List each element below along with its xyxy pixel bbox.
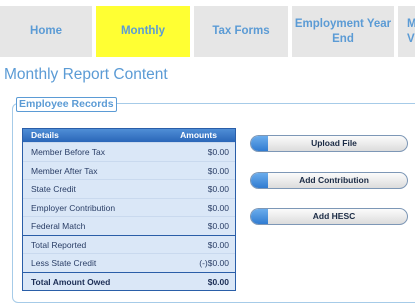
row-value: $0.00: [207, 165, 229, 176]
add-hesc-button[interactable]: Add HESC: [250, 208, 408, 225]
button-cap: [251, 173, 268, 188]
tab-home[interactable]: Home: [0, 6, 92, 57]
row-label: Member Before Tax: [31, 147, 106, 157]
add-contribution-label: Add Contribution: [299, 175, 369, 185]
row-label: State Credit: [31, 184, 76, 194]
add-contribution-button[interactable]: Add Contribution: [250, 172, 408, 189]
row-label: Federal Match: [31, 221, 86, 231]
tab-partial[interactable]: M V: [398, 6, 415, 57]
button-cap: [251, 209, 268, 224]
top-navigation: Home Monthly Tax Forms Employment Year E…: [0, 0, 415, 60]
table-row: Member Before Tax $0.00: [23, 142, 235, 161]
row-label: Employer Contribution: [31, 202, 116, 213]
table-header: Details Amounts: [23, 129, 235, 142]
table-row: Total Reported $0.00: [23, 234, 235, 253]
row-label: Less State Credit: [31, 258, 97, 268]
table-row: Federal Match $0.00: [23, 216, 235, 235]
employee-records-legend: Employee Records: [16, 97, 117, 112]
row-value: (-)$0.00: [199, 258, 229, 268]
tab-partial-label: M V: [407, 18, 415, 45]
row-value: $0.00: [207, 239, 229, 250]
row-label: Total Amount Owed: [31, 276, 111, 287]
table-row: Employer Contribution $0.00: [23, 197, 235, 216]
table-row: Member After Tax $0.00: [23, 160, 235, 179]
row-label: Total Reported: [31, 239, 87, 250]
row-label: Member After Tax: [31, 165, 98, 176]
records-table: Details Amounts Member Before Tax $0.00 …: [22, 128, 236, 291]
header-amounts: Amounts: [180, 130, 217, 140]
add-hesc-label: Add HESC: [312, 211, 356, 221]
row-value: $0.00: [207, 202, 229, 213]
row-value: $0.00: [207, 276, 229, 287]
button-cap: [251, 136, 268, 151]
tab-employment-year-end[interactable]: Employment Year End: [292, 6, 394, 57]
table-body: Member Before Tax $0.00 Member After Tax…: [23, 142, 235, 290]
row-value: $0.00: [207, 147, 229, 157]
header-details: Details: [31, 130, 59, 140]
table-row: Less State Credit (-)$0.00: [23, 253, 235, 272]
page-title: Monthly Report Content: [4, 66, 168, 83]
tab-home-label: Home: [30, 25, 62, 37]
tab-tax-forms-label: Tax Forms: [212, 25, 270, 37]
tab-monthly[interactable]: Monthly: [96, 6, 190, 57]
tab-employment-year-end-label: Employment Year End: [294, 18, 392, 45]
row-value: $0.00: [207, 184, 229, 194]
table-row-total: Total Amount Owed $0.00: [23, 271, 235, 290]
table-row: State Credit $0.00: [23, 179, 235, 198]
upload-file-label: Upload File: [311, 138, 357, 148]
tab-monthly-label: Monthly: [120, 25, 166, 37]
tab-tax-forms[interactable]: Tax Forms: [194, 6, 288, 57]
upload-file-button[interactable]: Upload File: [250, 135, 408, 152]
row-value: $0.00: [207, 221, 229, 231]
